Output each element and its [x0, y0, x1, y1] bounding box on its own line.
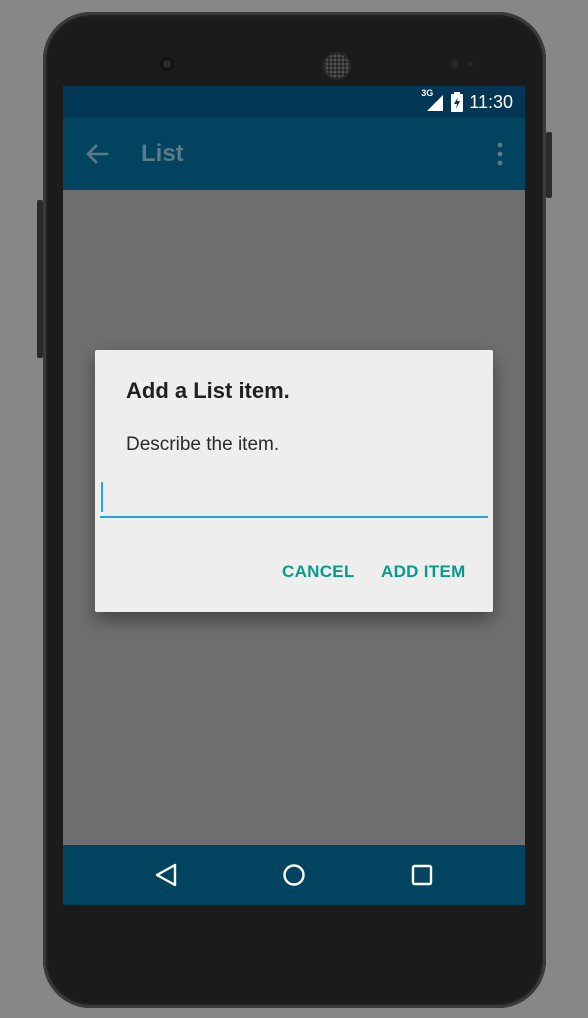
nav-recents-icon[interactable]	[409, 862, 435, 888]
power-button[interactable]	[546, 132, 552, 198]
status-bar: 3G 11:30	[63, 86, 525, 118]
add-item-button[interactable]: ADD ITEM	[381, 562, 466, 582]
proximity-sensor	[451, 60, 459, 68]
item-description-input[interactable]	[100, 480, 488, 518]
front-camera	[160, 57, 174, 71]
status-icons: 3G 11:30	[421, 86, 513, 118]
light-sensor	[467, 61, 473, 67]
earpiece-speaker	[325, 54, 349, 78]
text-cursor	[101, 482, 103, 512]
nav-home-icon[interactable]	[281, 862, 307, 888]
status-time: 11:30	[469, 91, 513, 112]
cancel-button[interactable]: CANCEL	[282, 562, 355, 582]
add-item-dialog: Add a List item. Describe the item. CANC…	[95, 350, 493, 612]
system-nav-bar	[63, 845, 525, 905]
arrow-back-icon[interactable]	[83, 140, 111, 168]
nav-back-icon[interactable]	[153, 862, 179, 888]
app-bar: List	[63, 118, 525, 190]
device-screen: 3G 11:30 List Add a List item. Describe …	[63, 86, 525, 905]
cell-signal-icon: 3G	[421, 88, 445, 112]
dialog-title: Add a List item.	[126, 378, 290, 403]
dialog-message: Describe the item.	[126, 434, 280, 455]
page-title: List	[141, 140, 184, 167]
battery-charging-icon	[451, 92, 464, 112]
more-vert-icon[interactable]	[495, 142, 505, 166]
emulator-stage: 3G 11:30 List Add a List item. Describe …	[0, 0, 588, 1018]
